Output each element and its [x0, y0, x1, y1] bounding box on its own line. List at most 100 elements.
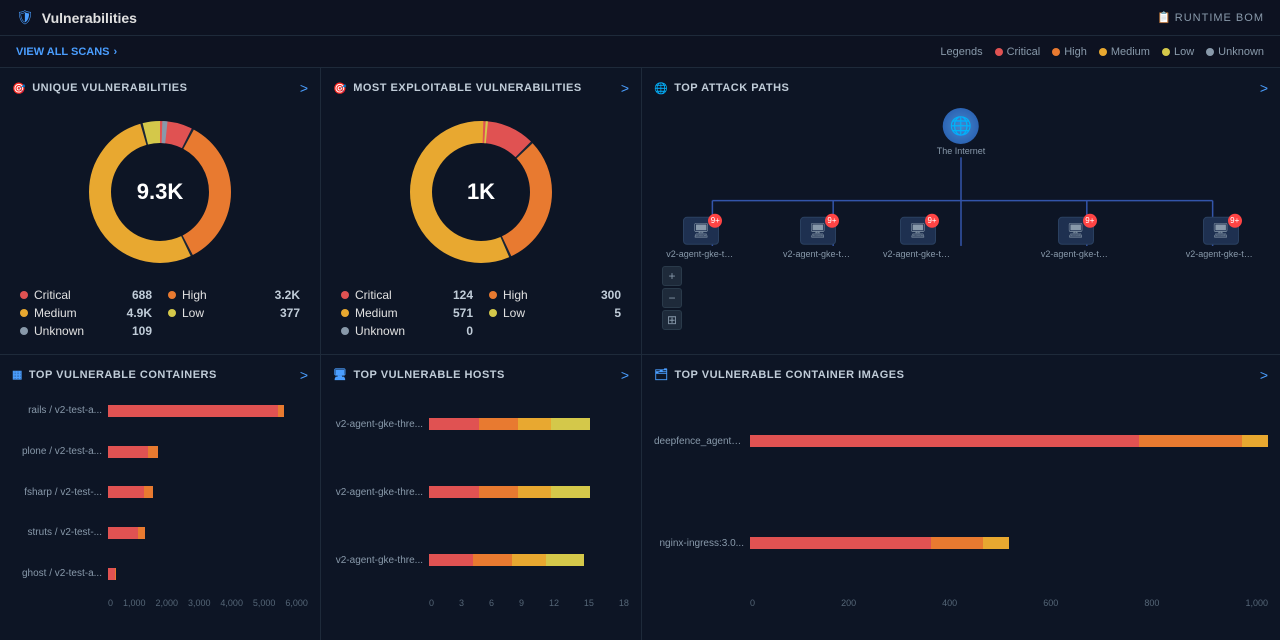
host-medium-1 — [518, 418, 551, 430]
host-track-2 — [429, 486, 629, 498]
container-label-4: struts / v2-test-... — [12, 527, 102, 538]
most-exploitable-arrow[interactable]: > — [621, 80, 629, 96]
host-label-1: v2-agent-gke-thre... — [333, 419, 423, 430]
sub-header: VIEW ALL SCANS › Legends Critical High M… — [0, 36, 1280, 68]
images-icon: 🗂 — [654, 368, 668, 381]
host-critical-2 — [429, 486, 479, 498]
zoom-in-icon: + — [668, 269, 675, 283]
zoom-out-button[interactable]: − — [662, 288, 682, 308]
host-high-1 — [479, 418, 518, 430]
unique-unknown-row: Unknown 109 — [20, 324, 152, 338]
most-exploitable-panel: 🎯 MOST EXPLOITABLE VULNERABILITIES > — [321, 68, 641, 354]
container-critical-1 — [108, 405, 278, 417]
attack-paths-arrow[interactable]: > — [1260, 80, 1268, 96]
host-medium-2 — [518, 486, 551, 498]
attack-node-5: 🖥 9+ v2-agent-gke-thre... — [1186, 217, 1256, 259]
zoom-out-icon: − — [668, 291, 675, 305]
host-critical-3 — [429, 554, 473, 566]
most-exploitable-header: 🎯 MOST EXPLOITABLE VULNERABILITIES > — [333, 80, 629, 96]
low-label: Low — [1174, 46, 1194, 58]
exploit-critical-count: 124 — [453, 288, 473, 302]
exploit-high-row: High 300 — [489, 288, 621, 302]
container-track-4 — [108, 527, 308, 539]
unique-vuln-donut: 9.3K — [80, 112, 240, 272]
legend-unknown: Unknown — [1206, 46, 1264, 58]
runtime-bom-icon: 📋 — [1157, 11, 1171, 24]
host-critical-1 — [429, 418, 479, 430]
image-bar-1: deepfence_agenta... — [654, 435, 1268, 447]
arrow-icon: › — [114, 46, 118, 58]
fit-button[interactable]: ⊞ — [662, 310, 682, 330]
runtime-bom-label: RUNTIME BOM — [1175, 12, 1264, 24]
exploit-medium-count: 571 — [453, 306, 473, 320]
image-label-2: nginx-ingress:3.0... — [654, 538, 744, 549]
legend-critical: Critical — [995, 46, 1041, 58]
host-low-2 — [551, 486, 590, 498]
unique-low-row: Low 377 — [168, 306, 300, 320]
host-bar-2: v2-agent-gke-thre... — [333, 486, 629, 498]
host-medium-3 — [512, 554, 545, 566]
unique-medium-row: Medium 4.9K — [20, 306, 152, 320]
unique-medium-dot — [20, 309, 28, 317]
image-track-1 — [750, 435, 1268, 447]
container-label-3: fsharp / v2-test-... — [12, 487, 102, 498]
images-chart-area: deepfence_agenta... nginx-ingress:3.0... — [654, 391, 1268, 625]
image-track-2 — [750, 537, 1268, 549]
internet-node: 🌐 The Internet — [937, 108, 986, 156]
container-bar-4: struts / v2-test-... — [12, 527, 308, 539]
most-exploitable-title: 🎯 MOST EXPLOITABLE VULNERABILITIES — [333, 82, 582, 95]
image-medium-1 — [1242, 435, 1268, 447]
low-dot — [1162, 48, 1170, 56]
container-high-2 — [148, 446, 158, 458]
hosts-chart-area: v2-agent-gke-thre... v2-agent-gke-thre..… — [333, 391, 629, 625]
unique-vuln-arrow[interactable]: > — [300, 80, 308, 96]
most-exploitable-donut: 1K — [401, 112, 561, 272]
zoom-in-button[interactable]: + — [662, 266, 682, 286]
node-5-label: v2-agent-gke-thre... — [1186, 249, 1256, 259]
runtime-bom-button[interactable]: 📋 RUNTIME BOM — [1157, 11, 1264, 24]
container-high-4 — [138, 527, 145, 539]
exploit-high-dot — [489, 291, 497, 299]
host-high-3 — [473, 554, 512, 566]
top-vulnerable-containers-panel: ▦ TOP VULNERABLE CONTAINERS > rails / v2… — [0, 355, 320, 640]
exploit-critical-row: Critical 124 — [341, 288, 473, 302]
page-title: Vulnerabilities — [42, 10, 137, 26]
node-4-badge: 9+ — [1083, 214, 1097, 228]
unique-vuln-donut-section: 9.3K Critical 688 High 3.2K — [12, 104, 308, 338]
container-label-1: rails / v2-test-a... — [12, 405, 102, 416]
node-5-icon: 🖥 9+ — [1203, 217, 1239, 245]
view-all-scans-link[interactable]: VIEW ALL SCANS › — [16, 46, 117, 58]
node-2-label: v2-agent-gke-thre... — [783, 249, 853, 259]
exploit-unknown-dot — [341, 327, 349, 335]
containers-arrow[interactable]: > — [300, 367, 308, 383]
containers-icon: ▦ — [12, 368, 23, 381]
images-arrow[interactable]: > — [1260, 367, 1268, 383]
image-label-1: deepfence_agenta... — [654, 436, 744, 447]
hosts-icon: 🖥 — [333, 368, 347, 381]
unique-critical-count: 688 — [132, 288, 152, 302]
image-medium-2 — [983, 537, 1009, 549]
unique-critical-dot — [20, 291, 28, 299]
exploit-low-dot — [489, 309, 497, 317]
most-exploitable-donut-section: 1K Critical 124 High 300 — [333, 104, 629, 338]
unique-vuln-title: 🎯 UNIQUE VULNERABILITIES — [12, 82, 187, 95]
top-vulnerable-hosts-panel: 🖥 TOP VULNERABLE HOSTS > v2-agent-gke-th… — [321, 355, 641, 640]
image-high-2 — [931, 537, 983, 549]
images-bars: deepfence_agenta... nginx-ingress:3.0... — [654, 391, 1268, 595]
unique-medium-count: 4.9K — [127, 306, 152, 320]
unique-low-dot — [168, 309, 176, 317]
unique-vuln-legend: Critical 688 High 3.2K Medium — [12, 288, 308, 338]
host-label-3: v2-agent-gke-thre... — [333, 555, 423, 566]
image-critical-2 — [750, 537, 931, 549]
image-bar-2: nginx-ingress:3.0... — [654, 537, 1268, 549]
host-track-3 — [429, 554, 629, 566]
legends-bar: Legends Critical High Medium Low Unknown — [940, 46, 1264, 58]
attack-node-2: 🖥 9+ v2-agent-gke-thre... — [783, 217, 853, 259]
image-high-1 — [1139, 435, 1243, 447]
container-critical-2 — [108, 446, 148, 458]
main-content: 🎯 UNIQUE VULNERABILITIES > — [0, 68, 1280, 640]
exploit-low-count: 5 — [614, 306, 621, 320]
exploit-unknown-row: Unknown 0 — [341, 324, 473, 338]
critical-label: Critical — [1007, 46, 1041, 58]
hosts-arrow[interactable]: > — [621, 367, 629, 383]
